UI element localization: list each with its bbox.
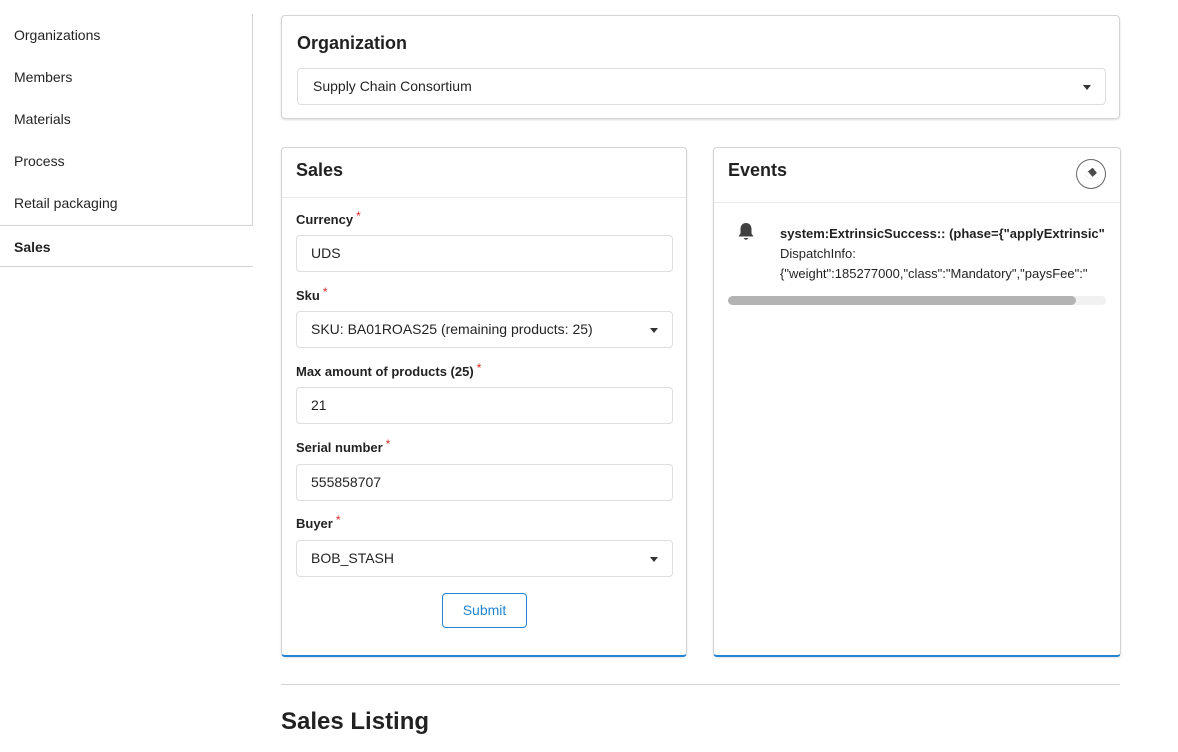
eraser-icon (1084, 167, 1098, 180)
max-amount-label-text: Max amount of products (25) (296, 364, 474, 379)
sku-selected: SKU: BA01ROAS25 (remaining products: 25) (311, 321, 593, 337)
sidebar-menu: Organizations Members Materials Process … (0, 14, 253, 267)
buyer-label-text: Buyer (296, 516, 333, 531)
buyer-label: Buyer * (296, 513, 341, 531)
buyer-selected: BOB_STASH (311, 550, 394, 566)
chevron-down-icon (650, 557, 658, 562)
event-detail-line: DispatchInfo: (780, 246, 856, 261)
sidebar-item-materials[interactable]: Materials (0, 98, 253, 140)
sidebar-item-organizations[interactable]: Organizations (0, 14, 253, 56)
bell-icon (738, 223, 754, 240)
organization-dropdown[interactable]: Supply Chain Consortium (297, 68, 1106, 105)
horizontal-scrollbar[interactable] (728, 296, 1106, 305)
event-item: system:ExtrinsicSuccess:: (phase={"apply… (728, 218, 1106, 288)
buyer-dropdown[interactable]: BOB_STASH (296, 540, 673, 577)
required-marker: * (335, 513, 341, 527)
sales-card-header: Sales (282, 148, 686, 198)
organization-selected: Supply Chain Consortium (313, 78, 472, 94)
events-title: Events (728, 160, 788, 180)
clear-events-button[interactable] (1076, 159, 1106, 189)
serial-number-input[interactable]: 555858707 (296, 464, 673, 501)
sales-title: Sales (296, 160, 344, 180)
sidebar-item-process[interactable]: Process (0, 140, 253, 182)
events-card-header: Events (714, 148, 1120, 203)
serial-number-label-text: Serial number (296, 440, 383, 455)
organization-title: Organization (297, 33, 408, 53)
section-divider (281, 684, 1120, 685)
event-detail-line: {"weight":185277000,"class":"Mandatory",… (780, 266, 1088, 281)
serial-number-label: Serial number * (296, 437, 391, 455)
currency-label-text: Currency (296, 212, 354, 227)
currency-input[interactable]: UDS (296, 235, 673, 272)
required-marker: * (385, 437, 391, 451)
required-marker: * (322, 285, 328, 299)
max-amount-input[interactable]: 21 (296, 387, 673, 424)
sales-listing-title: Sales Listing (281, 708, 430, 735)
submit-button[interactable]: Submit (442, 593, 527, 628)
sidebar-item-members[interactable]: Members (0, 56, 253, 98)
max-amount-label: Max amount of products (25) * (296, 361, 482, 379)
sku-label: Sku * (296, 285, 328, 303)
sidebar-item-sales[interactable]: Sales (0, 225, 253, 267)
required-marker: * (476, 361, 482, 375)
events-card: Events system:ExtrinsicSuccess:: (phase=… (713, 147, 1121, 657)
currency-label: Currency * (296, 209, 361, 227)
required-marker: * (356, 209, 361, 223)
scrollbar-thumb[interactable] (728, 296, 1076, 305)
chevron-down-icon (650, 328, 658, 333)
sales-card: Sales Currency * UDS Sku * SKU: BA01ROAS25… (281, 147, 687, 657)
event-title: system:ExtrinsicSuccess:: (phase={"apply… (780, 226, 1106, 241)
organization-panel: Organization Supply Chain Consortium (281, 15, 1120, 119)
sidebar-item-retail-packaging[interactable]: Retail packaging (0, 182, 253, 224)
sku-dropdown[interactable]: SKU: BA01ROAS25 (remaining products: 25) (296, 311, 673, 348)
sku-label-text: Sku (296, 288, 320, 303)
chevron-down-icon (1083, 85, 1091, 90)
